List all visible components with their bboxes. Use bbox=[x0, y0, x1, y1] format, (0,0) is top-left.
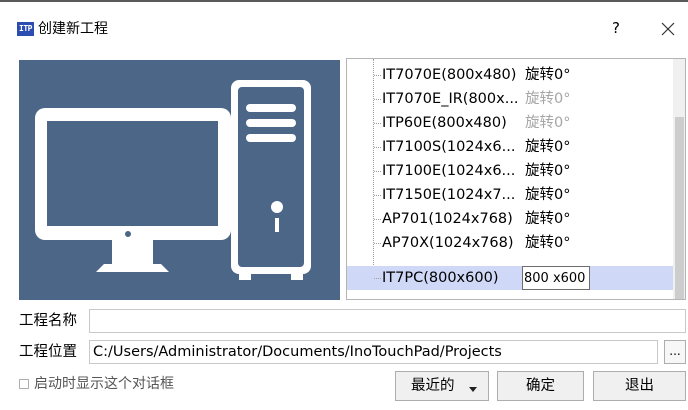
rotation-value: 旋转0° bbox=[525, 163, 571, 179]
recent-button[interactable]: 最近的 bbox=[395, 371, 489, 401]
help-button[interactable]: ? bbox=[606, 18, 626, 38]
list-item[interactable]: ITP60E(800x480) 旋转0° bbox=[347, 111, 673, 135]
app-logo-icon: ITP bbox=[17, 22, 34, 36]
close-button[interactable] bbox=[656, 18, 680, 40]
list-item[interactable]: IT7100E(1024x6... 旋转0° bbox=[347, 159, 673, 183]
resolution-name: IT7PC(800x600) bbox=[382, 270, 499, 286]
exit-button[interactable]: 退出 bbox=[593, 371, 686, 401]
project-name-input[interactable] bbox=[89, 309, 686, 333]
list-item[interactable]: IT7070E_IR(800x... 旋转0° bbox=[347, 87, 673, 111]
resolution-name: IT7100E(1024x6... bbox=[382, 163, 516, 179]
resolution-name: AP701(1024x768) bbox=[382, 211, 513, 227]
close-icon bbox=[661, 22, 675, 36]
list-item[interactable]: AP701(1024x768) 旋转0° bbox=[347, 207, 673, 231]
monitor-icon bbox=[35, 108, 231, 272]
startup-checkbox[interactable] bbox=[19, 379, 29, 389]
dialog-title: 创建新工程 bbox=[38, 21, 108, 37]
rotation-value: 旋转0° bbox=[525, 187, 571, 203]
rotation-value: 旋转0° bbox=[525, 115, 571, 131]
browse-button[interactable]: ... bbox=[664, 340, 686, 364]
resolution-list[interactable]: IT7070E(800x480) 旋转0° IT7070E_IR(800x...… bbox=[346, 58, 686, 300]
resolution-name: IT7150E(1024x7... bbox=[382, 187, 516, 203]
resolution-edit-field[interactable] bbox=[522, 266, 590, 290]
rotation-value: 旋转0° bbox=[525, 139, 571, 155]
list-item[interactable]: IT7150E(1024x7... 旋转0° bbox=[347, 183, 673, 207]
resolution-name: IT7070E_IR(800x... bbox=[382, 91, 519, 107]
rotation-value: 旋转0° bbox=[525, 67, 571, 83]
resolution-name: AP70X(1024x768) bbox=[382, 235, 514, 251]
device-preview-image bbox=[19, 60, 340, 300]
recent-button-label: 最近的 bbox=[411, 378, 455, 394]
project-name-label: 工程名称 bbox=[19, 313, 77, 329]
resolution-name: IT7070E(800x480) bbox=[382, 67, 517, 83]
startup-checkbox-label[interactable]: 启动时显示这个对话框 bbox=[34, 375, 174, 393]
project-location-label: 工程位置 bbox=[19, 344, 77, 360]
chevron-down-icon bbox=[469, 387, 477, 392]
list-item[interactable]: IT7070E(800x480) 旋转0° bbox=[347, 63, 673, 87]
project-location-input[interactable]: C:/Users/Administrator/Documents/InoTouc… bbox=[89, 340, 658, 364]
rotation-value: 旋转0° bbox=[525, 211, 571, 227]
ok-button[interactable]: 确定 bbox=[497, 371, 584, 401]
resolution-name: IT7100S(1024x6... bbox=[382, 139, 516, 155]
list-item-selected[interactable]: IT7PC(800x600) bbox=[347, 266, 673, 290]
title-bar: ITP 创建新工程 ? bbox=[0, 0, 688, 48]
pc-tower-icon bbox=[231, 80, 311, 280]
list-item[interactable]: IT7100S(1024x6... 旋转0° bbox=[347, 135, 673, 159]
resolution-name: ITP60E(800x480) bbox=[382, 115, 507, 131]
rotation-value: 旋转0° bbox=[525, 91, 571, 107]
scrollbar-thumb[interactable] bbox=[675, 117, 684, 299]
list-item[interactable]: AP70X(1024x768) 旋转0° bbox=[347, 231, 673, 255]
rotation-value: 旋转0° bbox=[525, 235, 571, 251]
